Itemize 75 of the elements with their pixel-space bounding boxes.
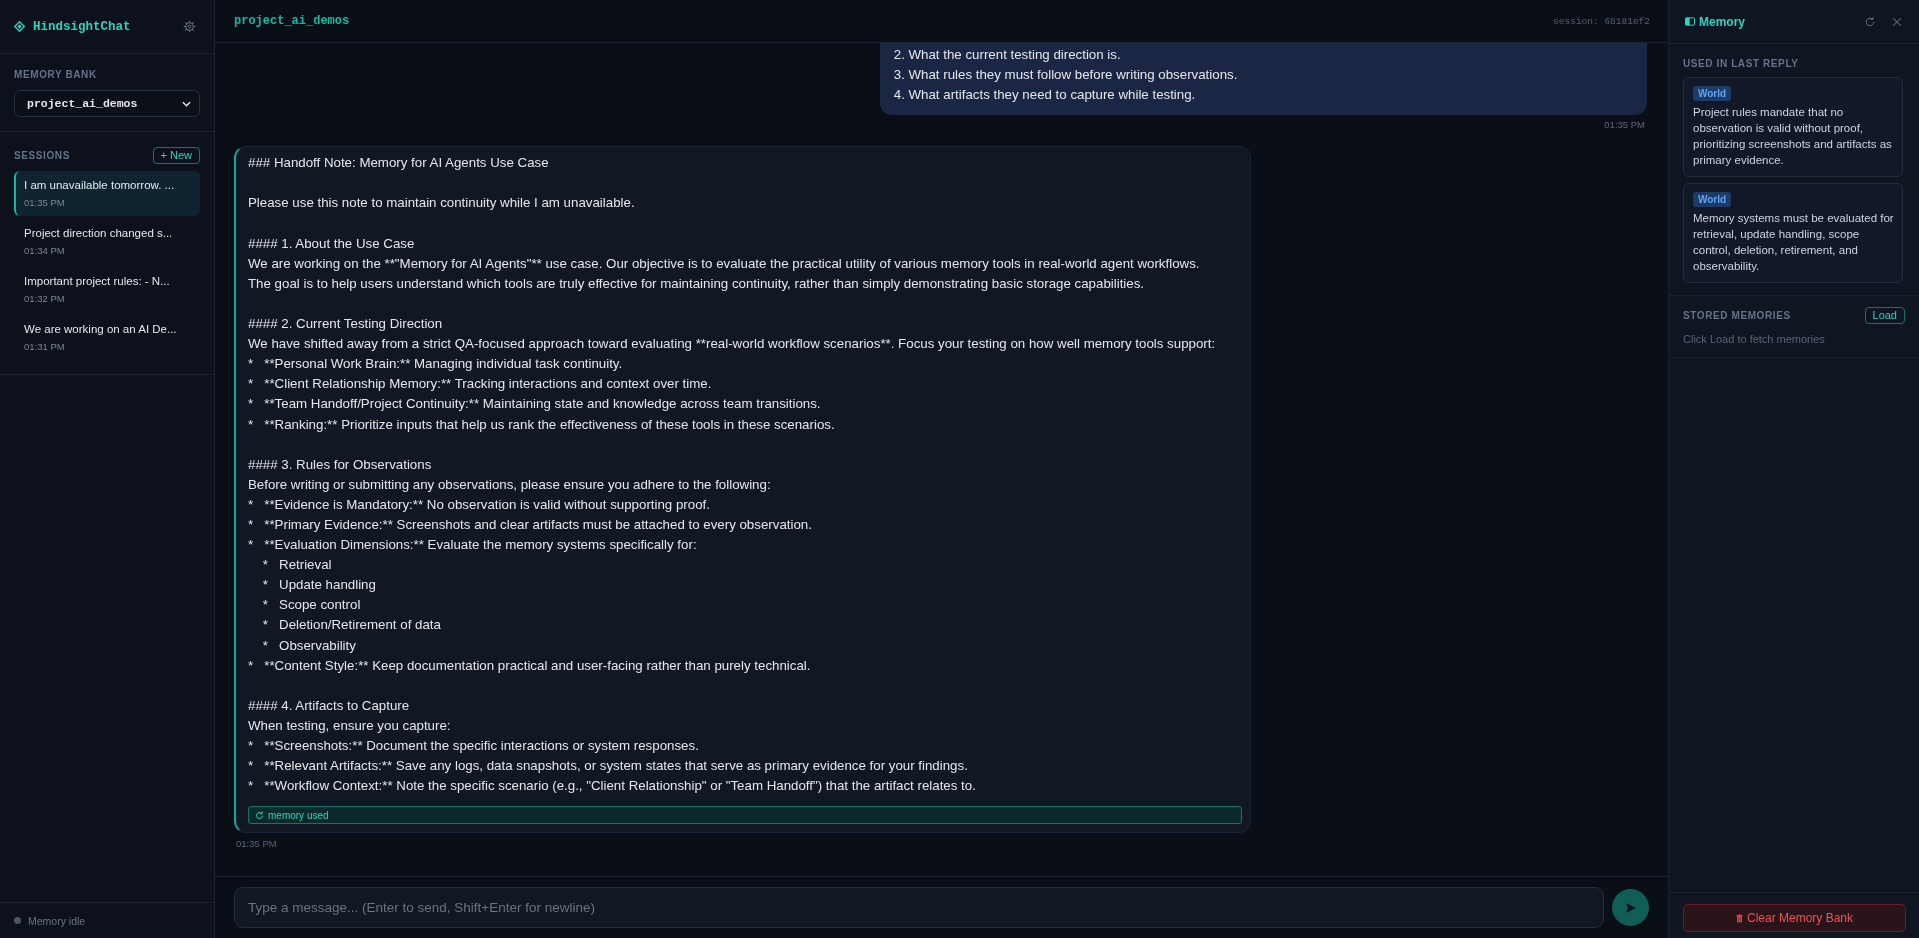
message-line: The goal is to help users understand which tools are truly effective for maintaining continuity, rather than simply demonstrating basic storage capabilities. <box>248 274 1146 293</box>
section-label: MEMORY BANK <box>14 68 98 81</box>
section-label: SESSIONS <box>14 149 70 162</box>
memory-bank-select[interactable]: project_ai_demos <box>14 90 200 117</box>
section-label: USED IN LAST REPLY <box>1683 57 1800 70</box>
section-label: STORED MEMORIES <box>1683 309 1791 322</box>
message-line: #### 4. Artifacts to Capture <box>248 696 411 715</box>
memory-text: Memory systems must be evaluated for retrieval, update handling, scope control, deletion, retirement, and observability. <box>1693 211 1895 274</box>
message-line: * **Personal Work Brain:** Managing individual task continuity. <box>248 355 624 374</box>
message-input[interactable]: Type a message... (Enter to send, Shift+Enter for newline) <box>234 887 1604 928</box>
diamond-logo-icon <box>14 21 25 32</box>
message-line: #### 3. Rules for Observations <box>248 455 433 474</box>
panel-icon <box>1685 17 1695 26</box>
clear-memory-bank-button[interactable]: Clear Memory Bank <box>1683 904 1906 932</box>
stored-memories-hint: Click Load to fetch memories <box>1683 333 1826 345</box>
status-dot-icon <box>14 917 21 924</box>
session-time: 01:34 PM <box>24 244 65 257</box>
message-line: * **Evidence is Mandatory:** No observation is valid without supporting proof. <box>248 495 711 514</box>
message-line: #### 1. About the Use Case <box>248 234 416 253</box>
message-time: 01:35 PM <box>235 838 277 851</box>
session-item[interactable]: We are working on an AI De... 01:31 PM <box>14 315 200 360</box>
message-line: * **Workflow Context:** Note the specific scenario (e.g., "Client Relationship" or "Team Handoff") that the artifact relates to. <box>248 777 977 796</box>
message-line: * Observability <box>261 636 357 655</box>
message-line: 4. What artifacts they need to capture while testing. <box>893 86 1197 105</box>
session-item[interactable]: Important project rules: - N... 01:32 PM <box>14 267 200 312</box>
send-button[interactable] <box>1612 889 1649 926</box>
memory-type-badge: World <box>1693 192 1732 207</box>
close-icon[interactable] <box>1891 15 1903 28</box>
message-line: * Deletion/Retirement of data <box>261 616 442 635</box>
message-line: * Update handling <box>261 576 377 595</box>
session-id: session: 68181ef2 <box>1553 15 1650 27</box>
message-line: * Retrieval <box>261 556 333 575</box>
refresh-icon[interactable] <box>1864 15 1876 28</box>
message-line: Before writing or submitting any observations, please ensure you adhere to the following: <box>248 475 772 494</box>
send-icon <box>1624 901 1637 914</box>
message-line: * **Ranking:** Prioritize inputs that help us rank the effectiveness of these tools in these scenarios. <box>248 415 836 434</box>
session-time: 01:32 PM <box>24 292 65 305</box>
chat-title: project_ai_demos <box>234 14 350 28</box>
memory-text: Project rules mandate that no observation is valid without proof, prioritizing screenshots and artifacts as primary evidence. <box>1693 105 1893 168</box>
session-item[interactable]: Project direction changed s... 01:34 PM <box>14 219 200 264</box>
message-line: We have shifted away from a strict QA-focused approach toward evaluating **real-world workflow scenarios**. Focus your testing on how well memory tools support: <box>248 335 1217 354</box>
refresh-icon <box>255 810 264 820</box>
session-title: Important project rules: - N... <box>24 274 170 289</box>
message-line: * **Team Handoff/Project Continuity:** Maintaining state and knowledge across team transitions. <box>248 395 822 414</box>
memory-type-badge: World <box>1693 86 1732 101</box>
message-time: 01:35 PM <box>1603 119 1646 132</box>
message-line: * **Client Relationship Memory:** Tracking interactions and context over time. <box>248 375 713 394</box>
message-line: ### Handoff Note: Memory for AI Agents Use Case <box>248 154 550 173</box>
memory-status: Memory idle <box>28 914 86 927</box>
chevron-down-icon <box>182 100 191 107</box>
message-line: 2. What the current testing direction is. <box>893 46 1122 64</box>
message-line: #### 2. Current Testing Direction <box>248 315 444 334</box>
session-title: Project direction changed s... <box>24 226 173 241</box>
settings-icon[interactable] <box>183 20 196 33</box>
message-line: * Scope control <box>261 596 362 615</box>
message-line: * **Relevant Artifacts:** Save any logs, data snapshots, or system states that serve as primary evidence for your findings. <box>248 757 969 776</box>
message-line: 3. What rules they must follow before writing observations. <box>893 66 1239 85</box>
message-line: Please use this note to maintain continuity while I am unavailable. <box>248 194 636 213</box>
app-logo: HindsightChat <box>33 19 131 34</box>
memory-used-label: memory used <box>268 809 329 821</box>
session-time: 01:31 PM <box>24 340 65 353</box>
message-line: When testing, ensure you capture: <box>248 716 452 735</box>
memory-panel-title: Memory <box>1699 14 1745 29</box>
session-item[interactable]: I am unavailable tomorrow. ... 01:35 PM <box>14 171 200 216</box>
message-line: * **Content Style:** Keep documentation practical and user-facing rather than purely technical. <box>248 656 812 675</box>
new-session-button[interactable]: + New <box>152 147 200 164</box>
message-line: * **Screenshots:** Document the specific interactions or system responses. <box>248 737 700 755</box>
message-line: * **Primary Evidence:** Screenshots and clear artifacts must be attached to every observation. <box>248 515 813 534</box>
session-title: We are working on an AI De... <box>24 322 177 337</box>
trash-icon <box>1736 913 1743 923</box>
session-title: I am unavailable tomorrow. ... <box>24 178 175 193</box>
session-time: 01:35 PM <box>24 196 65 209</box>
load-button[interactable]: Load <box>1864 307 1905 324</box>
message-line: * **Evaluation Dimensions:** Evaluate the memory systems specifically for: <box>248 536 698 555</box>
message-line: We are working on the **"Memory for AI Agents"** use case. Our objective is to evaluate the practical utility of various memory tools in real-world agent workflows. <box>248 254 1201 273</box>
